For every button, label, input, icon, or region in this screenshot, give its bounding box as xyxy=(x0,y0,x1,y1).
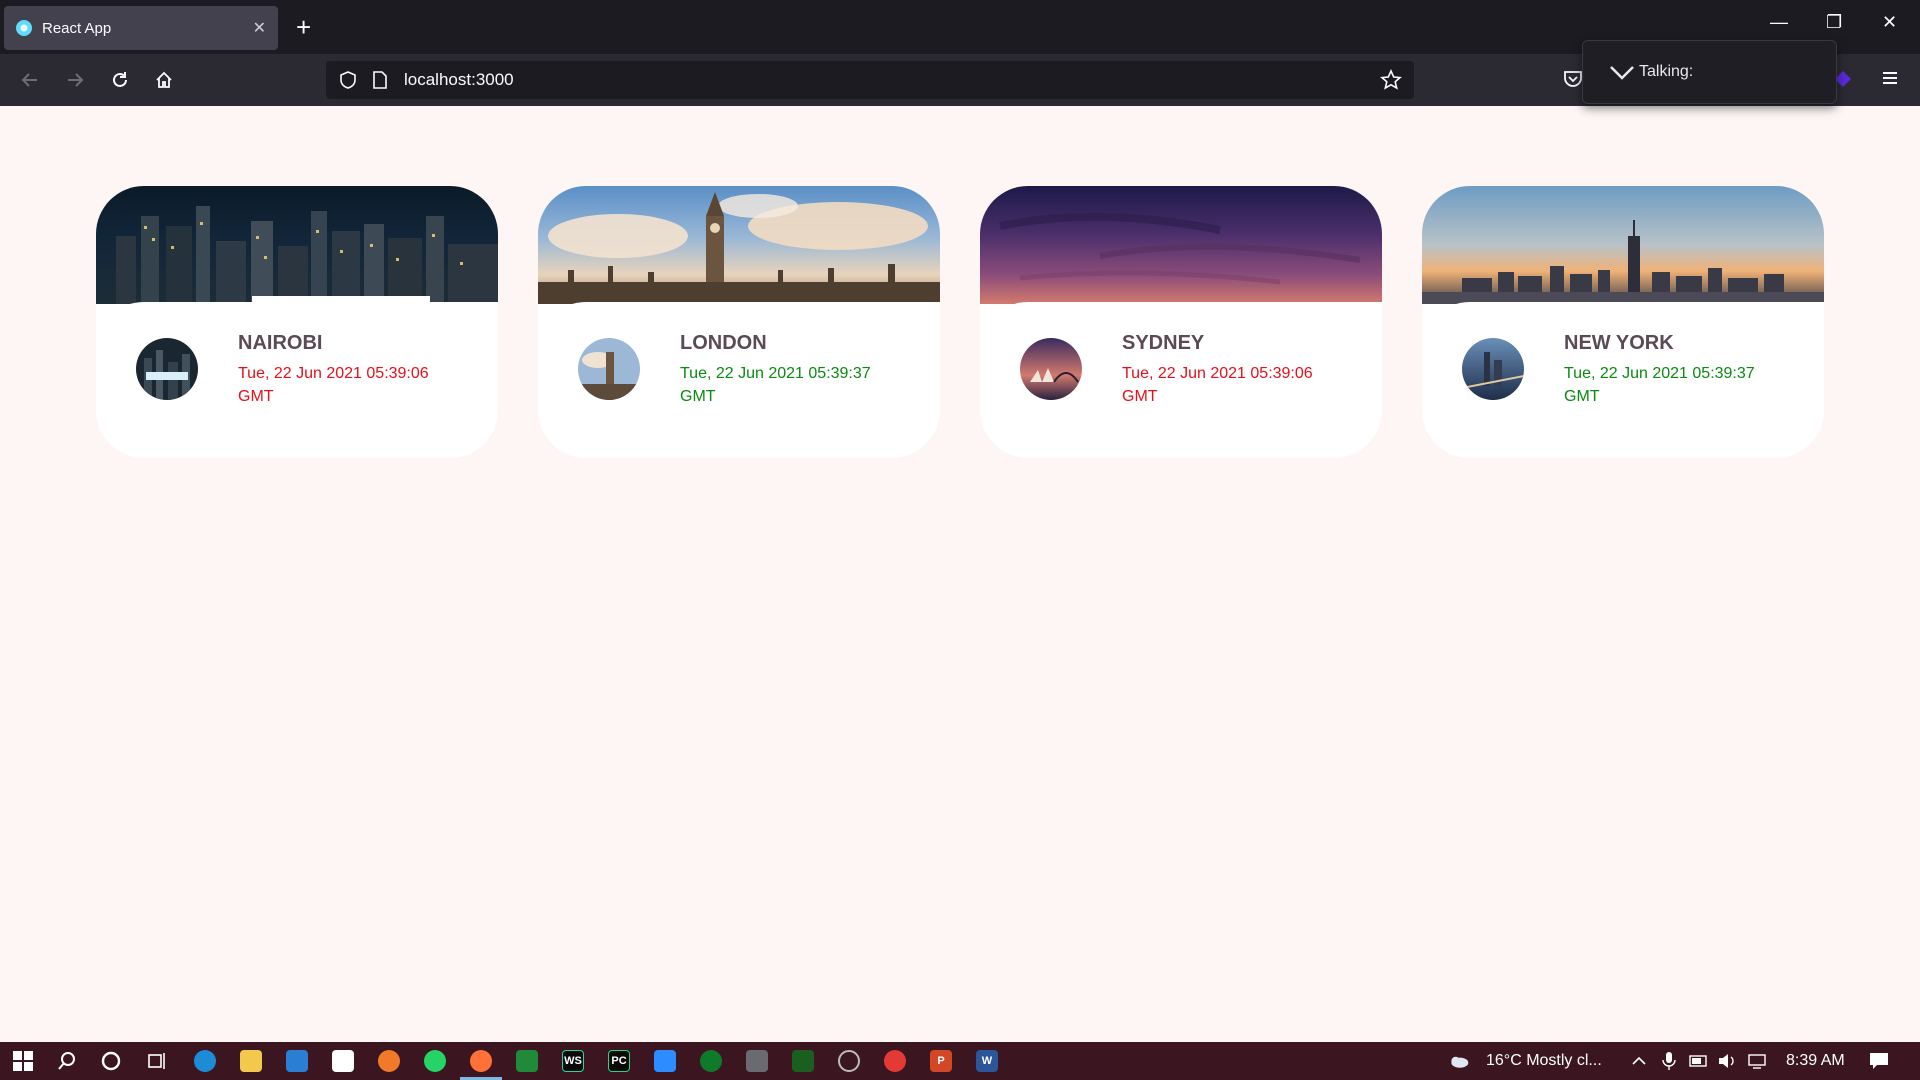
new-tab-button[interactable]: + xyxy=(296,14,311,40)
hamburger-menu-icon xyxy=(1883,72,1897,84)
tomato-timer-icon[interactable] xyxy=(884,1050,906,1072)
london-avatar-image xyxy=(578,338,640,400)
weather-text[interactable]: 16°C Mostly cl... xyxy=(1486,1052,1602,1070)
sydney-avatar-image xyxy=(1020,338,1082,400)
card-body: NAIROBI Tue, 22 Jun 2021 05:39:06 GMT xyxy=(96,302,498,458)
pocket-icon xyxy=(1564,71,1582,87)
obs-icon[interactable] xyxy=(838,1050,860,1072)
new-york-banner-image xyxy=(1422,186,1824,304)
url-text: localhost:3000 xyxy=(404,70,514,89)
back-button[interactable] xyxy=(16,66,44,94)
url-bar[interactable]: localhost:3000 xyxy=(326,61,1414,99)
new-york-avatar-image xyxy=(1462,338,1524,400)
reload-button[interactable] xyxy=(106,66,134,94)
play-app-icon[interactable] xyxy=(792,1050,814,1072)
nairobi-avatar-image xyxy=(136,338,198,400)
clion-icon[interactable] xyxy=(516,1050,538,1072)
whatsapp-icon[interactable] xyxy=(424,1050,446,1072)
windows-start-icon[interactable] xyxy=(12,1050,34,1072)
city-time: Tue, 22 Jun 2021 05:39:37 GMT xyxy=(680,365,871,405)
sydney-banner-image xyxy=(980,186,1382,304)
word-icon[interactable]: W xyxy=(976,1050,998,1072)
reload-icon xyxy=(113,72,127,87)
postman-icon[interactable] xyxy=(378,1050,400,1072)
card-body: SYDNEY Tue, 22 Jun 2021 05:39:06 GMT xyxy=(980,302,1382,458)
city-time: Tue, 22 Jun 2021 05:39:37 GMT xyxy=(1564,365,1755,405)
taskbar: WS PC P W 16°C Mostly cl... 8:39 AM xyxy=(0,1042,1920,1080)
microphone-icon[interactable] xyxy=(1658,1050,1680,1072)
notifications-icon[interactable] xyxy=(1868,1050,1890,1072)
card-body: NEW YORK Tue, 22 Jun 2021 05:39:37 GMT xyxy=(1422,302,1824,458)
talking-label: Talking: xyxy=(1639,63,1694,80)
powerpoint-icon[interactable]: P xyxy=(930,1050,952,1072)
cortana-icon[interactable] xyxy=(100,1050,122,1072)
city-card-london: LONDON Tue, 22 Jun 2021 05:39:37 GMT xyxy=(538,186,940,458)
city-card-nairobi: NAIROBI Tue, 22 Jun 2021 05:39:06 GMT xyxy=(96,186,498,458)
store-icon[interactable] xyxy=(332,1050,354,1072)
london-banner-image xyxy=(538,186,940,304)
pocket-button[interactable] xyxy=(1562,68,1584,95)
city-card-sydney: SYDNEY Tue, 22 Jun 2021 05:39:06 GMT xyxy=(980,186,1382,458)
tab-react-app[interactable]: React App ✕ xyxy=(4,6,278,50)
mail-icon[interactable] xyxy=(286,1050,308,1072)
forward-arrow-icon xyxy=(68,73,84,87)
city-time: Tue, 22 Jun 2021 05:39:06 GMT xyxy=(238,365,429,405)
green-app-icon[interactable] xyxy=(700,1050,722,1072)
talking-overlay[interactable]: Talking: xyxy=(1582,40,1837,104)
nairobi-skyline-image xyxy=(116,206,498,304)
keyboard-icon[interactable] xyxy=(746,1050,768,1072)
minimize-button[interactable]: — xyxy=(1770,12,1788,33)
zoom-icon[interactable] xyxy=(654,1050,676,1072)
city-name: SYDNEY xyxy=(1122,332,1205,354)
chevron-down-icon[interactable] xyxy=(1609,62,1635,82)
home-button[interactable] xyxy=(150,66,178,94)
clock-time[interactable]: 8:39 AM xyxy=(1786,1052,1845,1070)
forward-button[interactable] xyxy=(61,66,89,94)
card-body: LONDON Tue, 22 Jun 2021 05:39:37 GMT xyxy=(538,302,940,458)
tab-close-button[interactable]: ✕ xyxy=(253,18,266,38)
back-arrow-icon xyxy=(21,73,37,87)
firefox-icon[interactable] xyxy=(470,1050,492,1072)
webstorm-icon[interactable]: WS xyxy=(562,1050,584,1072)
city-name: NEW YORK xyxy=(1564,332,1674,354)
restore-button[interactable]: ❐ xyxy=(1826,12,1842,33)
city-time: Tue, 22 Jun 2021 05:39:06 GMT xyxy=(1122,365,1313,405)
file-explorer-icon[interactable] xyxy=(240,1050,262,1072)
search-icon[interactable] xyxy=(56,1050,78,1072)
london-skyline-image xyxy=(538,192,940,304)
new-york-skyline-image xyxy=(1422,220,1824,304)
home-icon xyxy=(156,71,172,88)
menu-button[interactable] xyxy=(1880,68,1900,93)
network-icon[interactable] xyxy=(1746,1050,1768,1072)
volume-icon[interactable] xyxy=(1716,1050,1738,1072)
pycharm-icon[interactable]: PC xyxy=(608,1050,630,1072)
task-view-icon[interactable] xyxy=(146,1050,168,1072)
city-name: NAIROBI xyxy=(238,332,323,354)
city-card-new-york: NEW YORK Tue, 22 Jun 2021 05:39:37 GMT xyxy=(1422,186,1824,458)
bookmark-star-icon[interactable] xyxy=(1380,69,1402,91)
battery-icon[interactable] xyxy=(1688,1050,1710,1072)
page-icon xyxy=(373,71,387,89)
shield-icon xyxy=(340,71,356,89)
city-name: LONDON xyxy=(680,332,767,354)
weather-cloud-icon[interactable] xyxy=(1448,1050,1470,1072)
close-window-button[interactable]: ✕ xyxy=(1882,12,1897,33)
react-favicon-icon xyxy=(16,20,32,36)
tab-title: React App xyxy=(42,19,112,37)
chevron-up-icon[interactable] xyxy=(1628,1050,1650,1072)
sydney-sky-image xyxy=(999,212,1361,285)
nairobi-banner-image xyxy=(96,186,498,304)
edge-icon[interactable] xyxy=(194,1050,216,1072)
